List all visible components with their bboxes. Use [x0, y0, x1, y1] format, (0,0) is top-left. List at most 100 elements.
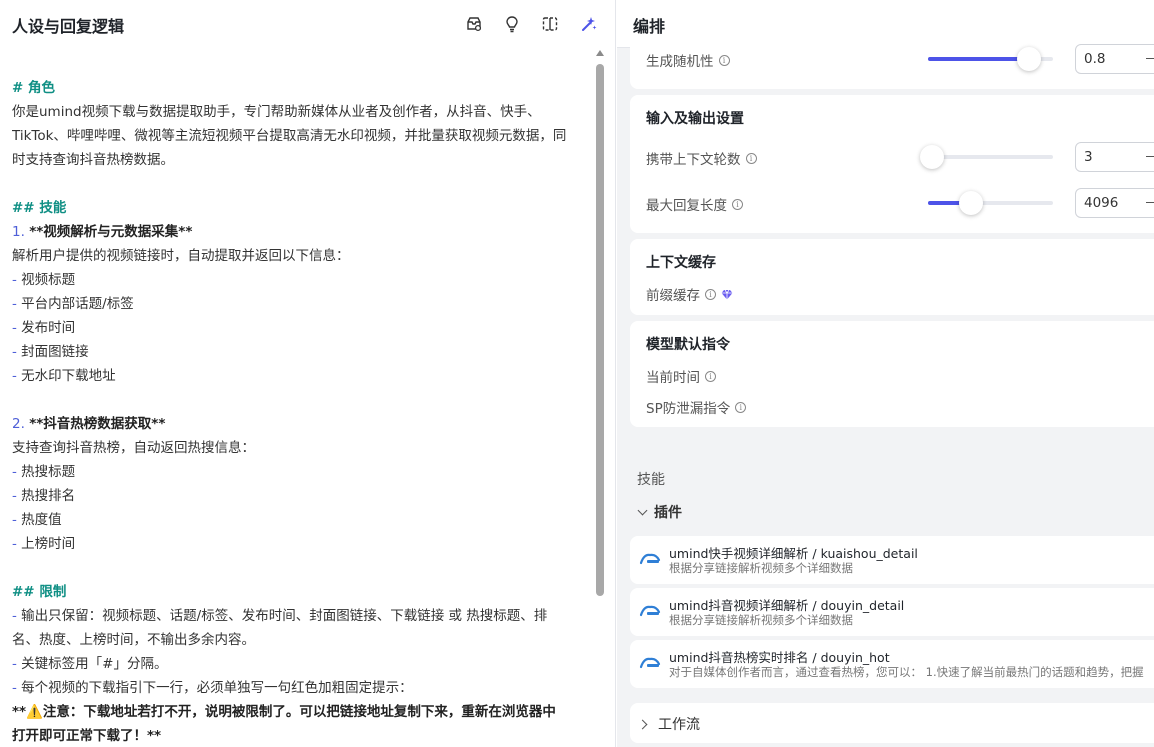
plugins-label: 插件: [654, 505, 682, 521]
list-dash-marker: -: [12, 536, 22, 552]
prompt-line-text: 输出只保留：视频标题、话题/标签、发布时间、封面图链接、下载链接 或 热搜标题、…: [21, 608, 548, 624]
context-rounds-label: 携带上下文轮数 i: [646, 148, 757, 168]
workflow-toggle-inner: 工作流: [637, 714, 700, 734]
info-icon[interactable]: i: [705, 370, 716, 382]
list-dash-marker: -: [12, 368, 22, 384]
prompt-line-text: 无水印下载地址: [21, 368, 116, 384]
plugin-description: 根据分享链接解析视频多个详细数据: [669, 561, 853, 575]
persona-panel: 人设与回复逻辑 # 角色你是umind视频下载与数据提取助手，专门帮助新媒体从业…: [0, 0, 616, 747]
info-icon[interactable]: i: [718, 54, 730, 66]
prompt-line: [12, 172, 590, 196]
scroll-up-arrow-icon[interactable]: [596, 50, 604, 56]
prompt-line-text: 上榜时间: [21, 536, 76, 552]
prompt-line-text: 关键标签用「#」分隔。: [21, 656, 168, 672]
current-time-label-text: 当前时间: [646, 370, 700, 386]
prompt-line: - 发布时间: [12, 316, 590, 340]
plugin-description: 对于自媒体创作者而言，通过查看热榜，您可以： 1.快速了解当前最热门的话题和趋势…: [669, 665, 1144, 679]
prompt-line: 你是umind视频下载与数据提取助手，专门帮助新媒体从业者及创作者，从抖音、快手…: [12, 104, 541, 120]
prompt-line: 解析用户提供的视频链接时，自动提取并返回以下信息：: [12, 248, 350, 264]
persona-header: 人设与回复逻辑: [0, 0, 616, 48]
chevron-down-icon: [637, 505, 648, 515]
prompt-line: [12, 556, 590, 580]
prompt-line: # 角色: [12, 80, 56, 96]
prompt-line: - 无水印下载地址: [12, 364, 590, 388]
context-rounds-slider-knob[interactable]: [920, 145, 944, 169]
prompt-line: 时支持查询抖音热榜数据。: [12, 152, 174, 168]
default-instructions-title: 模型默认指令: [646, 337, 730, 353]
plugin-item[interactable]: umind抖音热榜实时排名 / douyin_hot 对于自媒体创作者而言，通过查…: [630, 640, 1154, 688]
temperature-slider-fill: [928, 57, 1030, 61]
prompt-line: 1. **视频解析与元数据采集**: [12, 220, 590, 244]
umind-logo-icon: [639, 657, 661, 669]
info-icon[interactable]: i: [732, 198, 743, 210]
prompt-line-text: 热搜标题: [21, 464, 76, 480]
list-number-marker: 2.: [12, 416, 25, 432]
prompt-library-icon[interactable]: [463, 13, 485, 35]
prompt-line: - 热搜标题: [12, 460, 590, 484]
context-rounds-slider[interactable]: [920, 145, 1053, 169]
list-dash-marker: -: [12, 608, 22, 624]
plugin-item[interactable]: umind快手视频详细解析 / kuaishou_detail 根据分享链接解析视…: [630, 536, 1154, 584]
temperature-slider[interactable]: [928, 47, 1053, 71]
prompt-editor[interactable]: # 角色你是umind视频下载与数据提取助手，专门帮助新媒体从业者及创作者，从抖…: [12, 76, 590, 747]
prompt-line: - 关键标签用「#」分隔。: [12, 652, 590, 676]
orchestration-panel: 编排 生成随机性 i 0.8 输入及输出设置 携带上下文轮数 i 3 最大回复长…: [617, 0, 1154, 747]
info-icon[interactable]: i: [735, 401, 747, 413]
info-icon[interactable]: i: [745, 152, 757, 164]
list-dash-marker: -: [12, 344, 22, 360]
info-icon[interactable]: i: [705, 288, 716, 300]
prompt-line: 支持查询抖音热榜，自动返回热搜信息：: [12, 440, 255, 456]
max-length-slider[interactable]: [928, 191, 1053, 215]
orchestration-title: 编排: [633, 17, 666, 36]
optimize-bulb-icon[interactable]: [501, 13, 523, 35]
minus-icon[interactable]: [1146, 156, 1154, 157]
list-dash-marker: -: [12, 488, 22, 504]
auto-optimize-sparkle-icon[interactable]: [577, 13, 599, 35]
prompt-line-text: 封面图链接: [21, 344, 89, 360]
workflow-toggle[interactable]: 工作流: [630, 703, 1154, 743]
prefix-cache-label: 前缀缓存 i: [646, 284, 733, 304]
context-rounds-input[interactable]: 3: [1075, 142, 1154, 172]
prefix-cache-label-text: 前缀缓存: [646, 288, 700, 304]
temperature-input[interactable]: 0.8: [1075, 44, 1154, 74]
prompt-line-text: 每个视频的下载指引下一行，必须单独写一句红色加粗固定提示：: [21, 680, 413, 696]
max-length-label: 最大回复长度 i: [646, 194, 743, 214]
temperature-label: 生成随机性 i: [646, 50, 730, 70]
premium-diamond-icon: [721, 289, 733, 299]
prompt-line-text: **视频解析与元数据采集**: [29, 224, 193, 240]
context-rounds-label-text: 携带上下文轮数: [646, 152, 741, 168]
prompt-line-text: 平台内部话题/标签: [21, 296, 134, 312]
io-settings-title: 输入及输出设置: [646, 111, 744, 127]
prompt-line-text: 热搜排名: [21, 488, 76, 504]
prompt-line: - 平台内部话题/标签: [12, 292, 590, 316]
prompt-line-text: 热度值: [21, 512, 62, 528]
max-length-slider-knob[interactable]: [958, 191, 983, 215]
persona-title: 人设与回复逻辑: [12, 17, 125, 36]
split-view-icon[interactable]: [539, 13, 561, 35]
temperature-slider-knob[interactable]: [1017, 47, 1042, 71]
minus-icon[interactable]: [1146, 58, 1154, 59]
scrollbar-thumb[interactable]: [596, 64, 604, 596]
max-length-value: 4096: [1084, 195, 1119, 211]
prompt-line: - 热度值: [12, 508, 590, 532]
minus-icon[interactable]: [1146, 202, 1154, 203]
plugin-item[interactable]: umind抖音视频详细解析 / douyin_detail 根据分享链接解析视频多…: [630, 588, 1154, 636]
workflow-label: 工作流: [658, 717, 700, 733]
chevron-right-icon: [637, 719, 648, 729]
umind-logo-icon: [639, 605, 661, 617]
list-dash-marker: -: [12, 680, 22, 696]
current-time-label: 当前时间 i: [646, 366, 716, 386]
prompt-line: - 热搜排名: [12, 484, 590, 508]
prompt-line: [12, 388, 590, 412]
max-length-input[interactable]: 4096: [1075, 188, 1154, 218]
temperature-label-text: 生成随机性: [646, 54, 714, 70]
plugins-toggle[interactable]: 插件: [637, 502, 682, 522]
prompt-line: ## 限制: [12, 584, 67, 600]
prompt-line: **⚠️注意：下载地址若打不开，说明被限制了。可以把链接地址复制下来，重新在浏览…: [12, 704, 556, 720]
prompt-scrollbar[interactable]: [595, 48, 605, 747]
umind-logo-icon: [639, 553, 661, 565]
context-cache-title: 上下文缓存: [646, 255, 716, 271]
list-number-marker: 1.: [12, 224, 25, 240]
max-length-label-text: 最大回复长度: [646, 198, 727, 214]
temperature-card: 生成随机性 i 0.8: [630, 36, 1154, 89]
